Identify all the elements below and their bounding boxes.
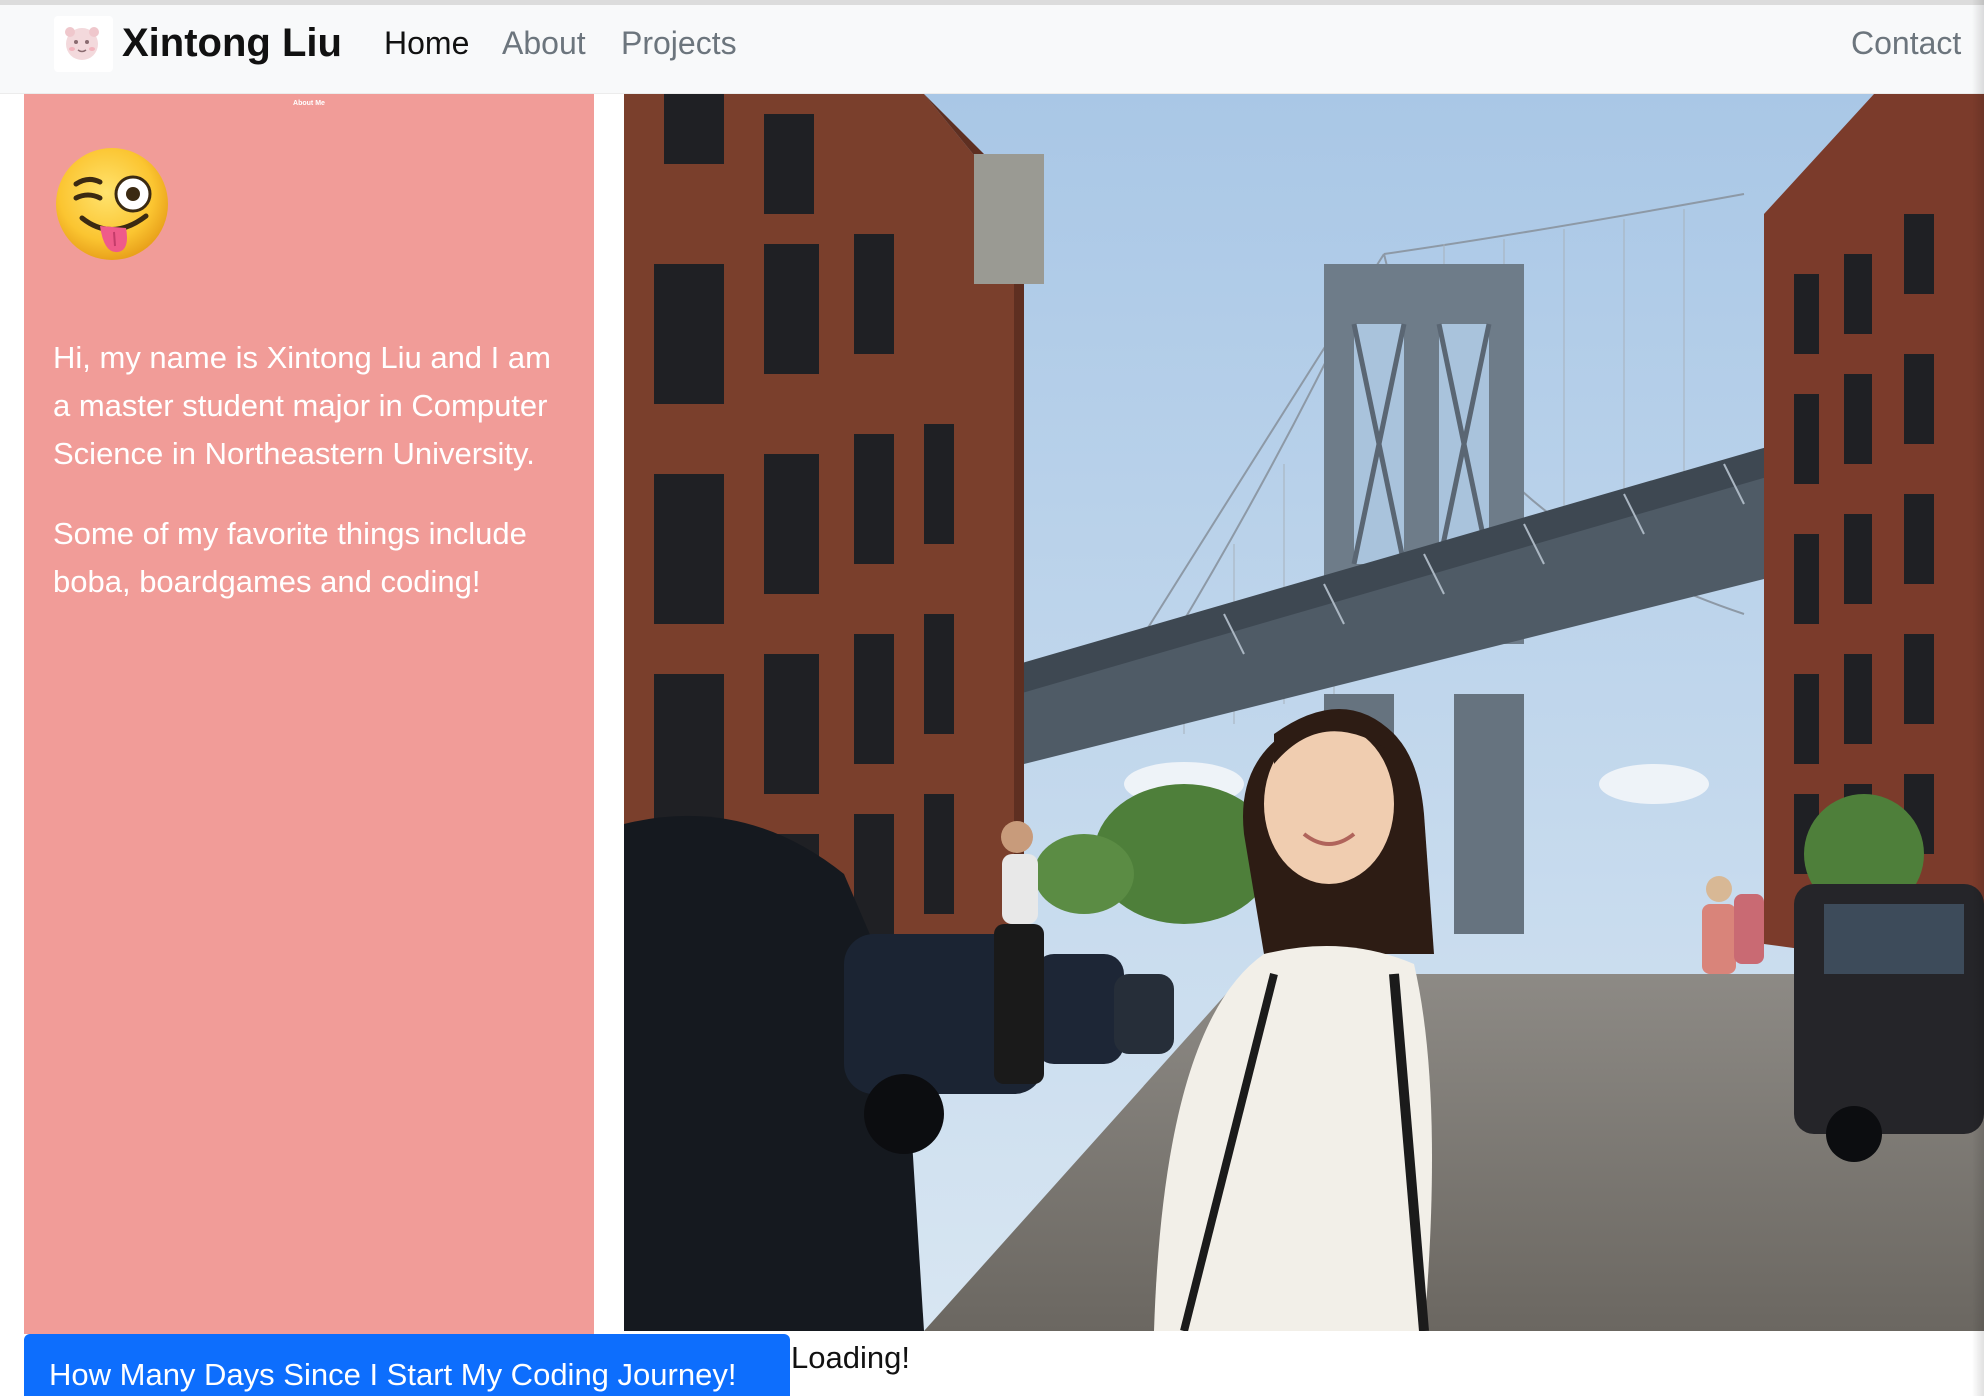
photo-brooklyn-bridge [624, 94, 1984, 1331]
window-edge-shadow [1972, 0, 1984, 1396]
about-paragraph-favorites: Some of my favorite things include boba,… [53, 516, 527, 599]
brand-name[interactable]: Xintong Liu [122, 17, 342, 69]
about-paragraph-intro: Hi, my name is Xintong Liu and I am a ma… [53, 340, 551, 471]
nav-link-home[interactable]: Home [384, 19, 469, 67]
about-card: About Me Hi, my name is Xintong Liu and … [24, 94, 594, 1334]
navbar: Xintong Liu Home About Projects Contact [0, 5, 1984, 94]
nav-link-projects[interactable]: Projects [621, 19, 737, 67]
winking-face-with-tongue-icon [54, 146, 170, 262]
brand-logo-icon[interactable] [54, 16, 113, 72]
nav-link-about[interactable]: About [502, 19, 586, 67]
coding-journey-button[interactable]: How Many Days Since I Start My Coding Jo… [24, 1334, 790, 1396]
about-text: Hi, my name is Xintong Liu and I am a ma… [53, 334, 573, 638]
nav-link-contact[interactable]: Contact [1851, 19, 1961, 67]
loading-text: Loading! [791, 1340, 910, 1375]
about-title: About Me [293, 100, 325, 107]
